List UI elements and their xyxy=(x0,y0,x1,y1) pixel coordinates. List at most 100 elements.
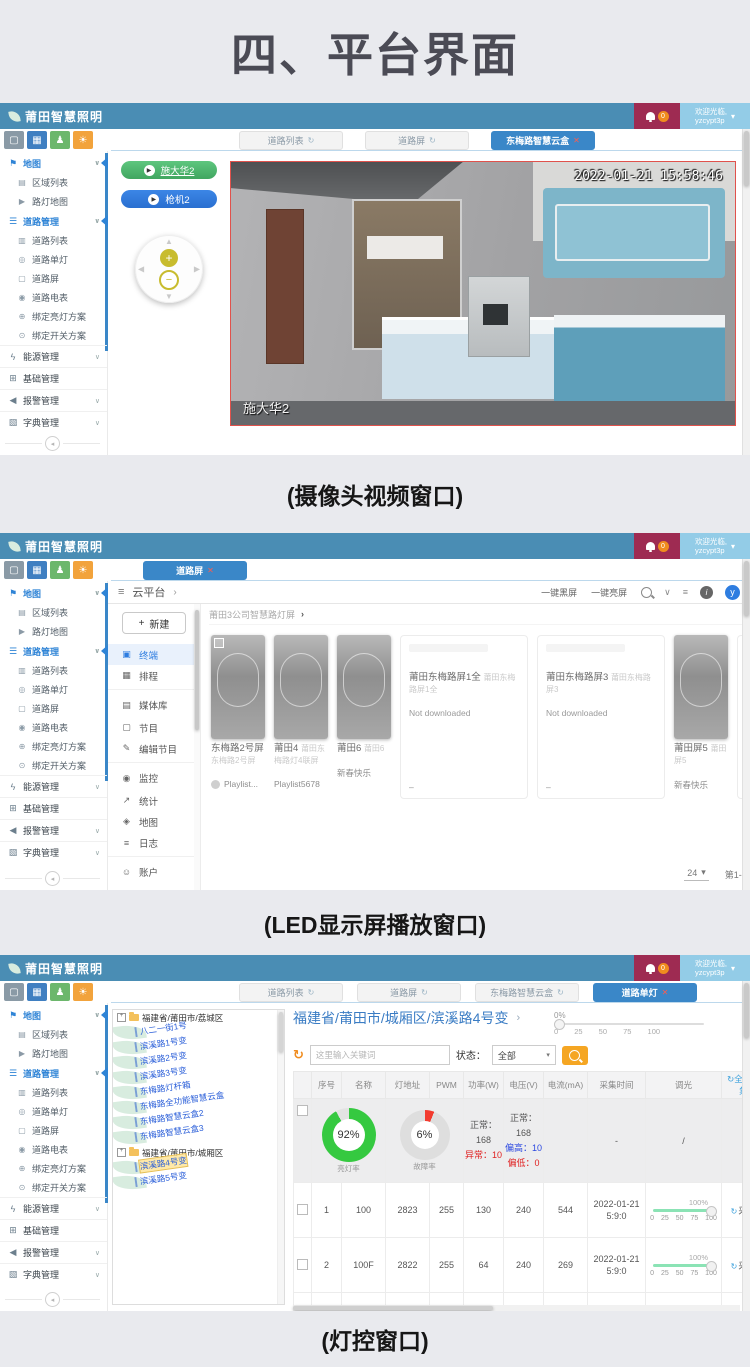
cloud-menu-item[interactable]: ▢节目 xyxy=(108,717,200,738)
sidebar-collapse-button[interactable]: ◂ xyxy=(45,871,60,886)
notification-button[interactable]: 0 xyxy=(634,103,680,129)
module-icon[interactable]: ☀ xyxy=(73,131,93,149)
cloud-menu-item[interactable]: ☺账户 xyxy=(108,856,200,884)
sidebar-item[interactable]: ϟ能源管理∨ xyxy=(0,775,107,797)
ptz-left-icon[interactable]: ◀ xyxy=(138,265,144,274)
sidebar-item[interactable]: ⊞基础管理 xyxy=(0,797,107,819)
checkbox[interactable] xyxy=(297,1259,308,1270)
search-icon[interactable] xyxy=(641,587,652,598)
module-icon[interactable]: ▢ xyxy=(4,131,24,149)
tab[interactable]: 道路屏✕ xyxy=(143,561,247,580)
tab-action-icon[interactable]: ↻ xyxy=(308,988,315,997)
sidebar-item[interactable]: ▶路灯地图 xyxy=(0,1044,107,1063)
column-header[interactable]: 名称 xyxy=(342,1072,386,1099)
column-header[interactable]: 灯地址 xyxy=(386,1072,430,1099)
screen-card[interactable]: 莆田4 莆田东梅路灯4联屏 Playlist5678 xyxy=(274,635,328,789)
tree-expander-icon[interactable]: + xyxy=(117,1013,126,1022)
sidebar-item[interactable]: ◎道路单灯 xyxy=(0,250,107,269)
sidebar-item[interactable]: ◉道路电表 xyxy=(0,718,107,737)
sidebar-item[interactable]: ◀报警管理∨ xyxy=(0,1241,107,1263)
chevron-right-icon[interactable]: › xyxy=(173,587,176,598)
table-row[interactable]: 1 100 2823 255 130 240 544 2022-01-21 5:… xyxy=(294,1183,750,1238)
module-icon[interactable]: ▦ xyxy=(27,131,47,149)
column-header[interactable]: 功率(W) xyxy=(464,1072,504,1099)
sidebar-item[interactable]: ◉道路电表 xyxy=(0,288,107,307)
sidebar-item[interactable]: ▥道路列表 xyxy=(0,231,107,250)
tab-action-icon[interactable]: ↻ xyxy=(308,136,315,145)
camera-select-button-2[interactable]: ▶枪机2 xyxy=(121,190,217,208)
module-icon[interactable]: ▢ xyxy=(4,983,24,1001)
list-icon[interactable]: ≡ xyxy=(683,587,688,597)
chevron-right-icon[interactable]: › xyxy=(301,609,304,619)
tab[interactable]: 道路列表↻ xyxy=(239,131,343,150)
horizontal-scrollbar[interactable] xyxy=(293,1305,740,1311)
module-icon[interactable]: ☀ xyxy=(73,561,93,579)
zoom-out-button[interactable]: − xyxy=(159,270,179,290)
sidebar-item[interactable]: ☰道路管理∨ xyxy=(0,1063,107,1083)
cloud-menu-item[interactable]: ≡日志 xyxy=(108,832,200,853)
sidebar-item[interactable]: ☰道路管理∨ xyxy=(0,641,107,661)
table-row[interactable]: 2 100F 2822 255 64 240 269 2022-01-21 5:… xyxy=(294,1238,750,1293)
tree-item[interactable]: +福建省/莆田市/荔城区 xyxy=(113,1010,284,1025)
user-menu[interactable]: 欢迎光临, yzcypt3p ▾ xyxy=(680,955,750,981)
screen-card[interactable]: 莆田屏5 莆田屏5 新春快乐 xyxy=(674,635,728,791)
sidebar-item[interactable]: ▢道路屏 xyxy=(0,699,107,718)
sidebar-item[interactable]: ◎道路单灯 xyxy=(0,1102,107,1121)
sidebar-item[interactable]: ◉道路电表 xyxy=(0,1140,107,1159)
dim-slider-track[interactable] xyxy=(653,1264,715,1267)
tab[interactable]: 道路屏↻ xyxy=(365,131,469,150)
screen-card[interactable]: 莆田东梅路屏1全 莆田东梅路屏1全 Not downloaded – xyxy=(400,635,528,799)
module-icon[interactable]: ☀ xyxy=(73,983,93,1001)
sidebar-item[interactable]: ▧字典管理∨ xyxy=(0,841,107,863)
window-scrollbar[interactable] xyxy=(742,129,750,455)
window-scrollbar[interactable] xyxy=(742,559,750,890)
sidebar-item[interactable]: ▥道路列表 xyxy=(0,661,107,680)
one-key-bright-button[interactable]: 一键亮屏 xyxy=(591,586,627,599)
menu-icon[interactable]: ≡ xyxy=(118,586,124,598)
refresh-icon[interactable]: ↻ xyxy=(293,1047,304,1063)
checkbox[interactable] xyxy=(297,1204,308,1215)
slider-thumb[interactable] xyxy=(706,1206,717,1217)
chevron-down-icon[interactable]: ∨ xyxy=(664,587,671,598)
page-size-select[interactable]: 24▾ xyxy=(684,867,709,881)
tab[interactable]: 道路屏↻ xyxy=(357,983,461,1002)
cloud-menu-item[interactable]: ▤媒体库 xyxy=(108,689,200,717)
sidebar-item[interactable]: ▤区域列表 xyxy=(0,173,107,192)
sidebar-item[interactable]: ▢道路屏 xyxy=(0,1121,107,1140)
column-header[interactable]: 序号 xyxy=(312,1072,342,1099)
sidebar-collapse-button[interactable]: ◂ xyxy=(45,436,60,451)
module-icon[interactable]: ♟ xyxy=(50,561,70,579)
user-menu[interactable]: 欢迎光临, yzcypt3p ▾ xyxy=(680,533,750,559)
cloud-menu-item[interactable]: ↗统计 xyxy=(108,790,200,811)
module-icon[interactable]: ▦ xyxy=(27,983,47,1001)
tab[interactable]: 道路单灯✕ xyxy=(593,983,697,1002)
sidebar-item[interactable]: ⊙绑定开关方案 xyxy=(0,756,107,775)
column-header[interactable]: 采集时间 xyxy=(588,1072,646,1099)
search-button[interactable] xyxy=(562,1046,588,1065)
sidebar-item[interactable]: ⊕绑定亮灯方案 xyxy=(0,737,107,756)
sidebar-item[interactable]: ϟ能源管理∨ xyxy=(0,345,107,367)
cloud-menu-item[interactable]: ◈地图 xyxy=(108,811,200,832)
tree-item[interactable]: +福建省/莆田市/城厢区 xyxy=(113,1145,284,1160)
tab[interactable]: 道路列表↻ xyxy=(239,983,343,1002)
sidebar-item[interactable]: ⊞基础管理 xyxy=(0,1219,107,1241)
cloud-menu-item[interactable]: ✎编辑节目 xyxy=(108,738,200,759)
sidebar-item[interactable]: ⊕绑定亮灯方案 xyxy=(0,1159,107,1178)
tree-item[interactable]: +滨溪路5号变 xyxy=(112,1173,147,1192)
sidebar-item[interactable]: ▧字典管理∨ xyxy=(0,1263,107,1285)
sidebar-item[interactable]: ◀报警管理∨ xyxy=(0,819,107,841)
keyword-input[interactable] xyxy=(310,1045,450,1065)
checkbox[interactable] xyxy=(297,1105,308,1116)
tab-action-icon[interactable]: ↻ xyxy=(429,136,436,145)
sidebar-item[interactable]: ⊕绑定亮灯方案 xyxy=(0,307,107,326)
avatar[interactable]: y xyxy=(725,585,740,600)
ptz-up-icon[interactable]: ▲ xyxy=(165,237,173,246)
tab-action-icon[interactable]: ✕ xyxy=(207,566,214,575)
sidebar-item[interactable]: ☰道路管理∨ xyxy=(0,211,107,231)
tab-action-icon[interactable]: ↻ xyxy=(421,988,428,997)
one-key-black-button[interactable]: 一键黑屏 xyxy=(541,586,577,599)
slider-thumb[interactable] xyxy=(554,1019,565,1030)
tree-scrollbar[interactable] xyxy=(277,1010,284,1304)
sidebar-item[interactable]: ▶路灯地图 xyxy=(0,622,107,641)
sidebar-item[interactable]: ⊙绑定开关方案 xyxy=(0,1178,107,1197)
